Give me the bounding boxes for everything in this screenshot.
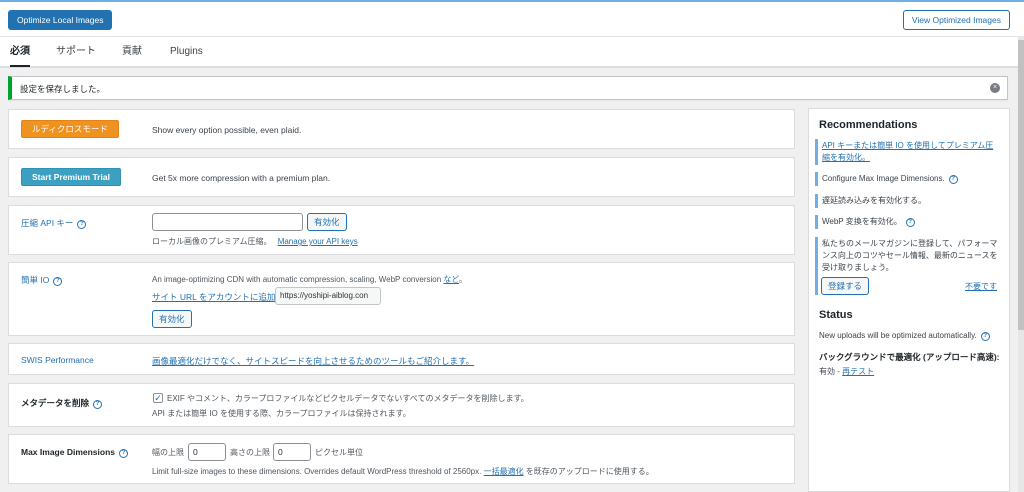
rec-lazy-load: 遅延読み込みを有効化する。 [815,194,1005,208]
api-key-input[interactable] [152,213,303,231]
ludicrous-mode-button[interactable]: ルディクロスモード [21,120,119,138]
metadata-card: メタデータを削除? ✓ EXIF やコメント、カラープロファイルなどピクセルデー… [8,383,795,427]
max-dimensions-card: Max Image Dimensions? 幅の上限 0 高さの上限 0 ピクセ… [8,434,795,484]
api-key-label-row: 圧縮 API キー? [21,217,87,229]
metadata-desc: EXIF やコメント、カラープロファイルなどピクセルデータでないすべてのメタデー… [167,394,529,403]
height-label: 高さの上限 [230,448,270,457]
max-dims-label-row: Max Image Dimensions? [21,447,129,458]
easy-io-card: 簡単 IO? An image-optimizing CDN with auto… [8,262,795,336]
max-height-input[interactable]: 0 [273,443,311,461]
swis-label: SWIS Performance [21,355,94,365]
manage-api-keys-link[interactable]: Manage your API keys [278,237,358,246]
max-dims-desc: Limit full-size images to these dimensio… [152,467,482,476]
api-key-label: 圧縮 API キー [21,218,74,228]
easy-io-activate-button[interactable]: 有効化 [152,310,192,328]
metadata-label: メタデータを削除 [21,398,90,408]
subscribe-button[interactable]: 登録する [821,277,870,295]
easy-io-label-row: 簡単 IO? [21,274,63,286]
tab-plugins[interactable]: Plugins [170,37,203,67]
metadata-note: API または簡単 IO を使用する際、カラープロファイルは保持されます。 [152,409,411,418]
rec-max-dims-help-icon[interactable]: ? [948,175,958,184]
background-mode-row: 有効 - 再テスト [819,366,874,377]
easy-io-desc-row: An image-optimizing CDN with automatic c… [152,274,467,285]
ludicrous-mode-desc: Show every option possible, even plaid. [152,125,302,135]
tab-required[interactable]: 必須 [10,37,30,67]
rec-max-dimensions: Configure Max Image Dimensions.? [815,172,1005,186]
settings-tabs: 必須 サポート 貢献 Plugins [0,36,1024,68]
no-thanks-link[interactable]: 不要です [965,281,997,292]
max-dims-help-icon[interactable]: ? [119,449,129,458]
status-text: New uploads will be optimized automatica… [819,331,977,340]
status-text-row: New uploads will be optimized automatica… [819,331,990,341]
recommendations-title: Recommendations [819,119,918,131]
swis-card: SWIS Performance 画像最適化だけでなく、サイトスピードを向上させ… [8,343,795,375]
pixel-unit-label: ピクセル単位 [315,448,363,457]
scrollbar-thumb[interactable] [1018,40,1024,330]
rec-lazy-text: 遅延読み込みを有効化する。 [822,196,926,205]
dismiss-notice-icon[interactable]: × [990,83,1000,93]
optimize-local-images-button[interactable]: Optimize Local Images [8,10,113,30]
sidebar-panel: Recommendations API キーまたは簡単 IO を使用してプレミア… [808,108,1010,492]
swis-link[interactable]: 画像最適化だけでなく、サイトスピードを向上させるためのツールもご紹介します。 [152,355,474,367]
view-optimized-images-button[interactable]: View Optimized Images [902,10,1010,30]
easy-io-help-icon[interactable]: ? [53,277,63,286]
easy-io-desc: An image-optimizing CDN with automatic c… [152,275,442,284]
rec-webp: WebP 変換を有効化。? [815,215,1005,229]
remove-metadata-checkbox[interactable]: ✓ [153,393,163,403]
max-width-input[interactable]: 0 [188,443,226,461]
max-dims-desc-row: Limit full-size images to these dimensio… [152,466,654,477]
site-url-field[interactable]: https://yoshipi-aiblog.con [275,287,381,305]
easy-io-more-link[interactable]: など [443,275,459,284]
max-dims-label: Max Image Dimensions [21,447,116,457]
add-site-url-link[interactable]: サイト URL をアカウントに追加 [152,291,275,303]
premium-trial-card: Start Premium Trial Get 5x more compress… [8,157,795,197]
background-mode-status: 有効 - [819,367,840,376]
rec-newsletter-text: 私たちのメールマガジンに登録して、パフォーマンス向上のコツやセール情報、最新のニ… [822,239,998,272]
easy-io-label: 簡単 IO [21,275,50,285]
easy-io-desc-end: 。 [459,275,468,284]
premium-trial-desc: Get 5x more compression with a premium p… [152,173,331,183]
ludicrous-mode-card: ルディクロスモード Show every option possible, ev… [8,109,795,149]
tab-support[interactable]: サポート [56,37,96,67]
rec-webp-help-icon[interactable]: ? [905,218,915,227]
notice-text: 設定を保存しました。 [20,84,106,94]
retest-link[interactable]: 再テスト [842,367,874,376]
background-mode-title: バックグラウンドで最適化 (アップロード高速): [819,352,1000,362]
max-dims-desc-end: を既存のアップロードに使用する。 [525,467,654,476]
api-key-card: 圧縮 API キー? 有効化 ローカル画像のプレミアム圧縮。 Manage yo… [8,205,795,255]
rec-webp-text: WebP 変換を有効化。 [822,217,902,226]
metadata-help-icon[interactable]: ? [93,400,103,409]
rec-api-key: API キーまたは簡単 IO を使用してプレミアム圧縮を有効化。 [815,139,1005,165]
status-title: Status [819,309,853,321]
start-premium-trial-button[interactable]: Start Premium Trial [21,168,121,186]
width-label: 幅の上限 [152,448,184,457]
api-key-desc-row: ローカル画像のプレミアム圧縮。 Manage your API keys [152,236,358,247]
top-action-bar: Optimize Local Images View Optimized Ima… [0,2,1024,36]
bulk-optimize-link[interactable]: 一括最適化 [484,467,524,476]
settings-saved-notice: 設定を保存しました。 × [8,76,1008,100]
api-key-help-icon[interactable]: ? [77,220,87,229]
rec-max-dims-text: Configure Max Image Dimensions. [822,174,945,183]
api-key-activate-button[interactable]: 有効化 [307,213,347,231]
rec-api-key-link[interactable]: API キーまたは簡単 IO を使用してプレミアム圧縮を有効化。 [822,141,993,162]
metadata-label-row: メタデータを削除? [21,397,103,409]
api-key-desc: ローカル画像のプレミアム圧縮。 [152,237,272,246]
status-help-icon[interactable]: ? [980,332,990,341]
tab-contribute[interactable]: 貢献 [122,37,142,67]
